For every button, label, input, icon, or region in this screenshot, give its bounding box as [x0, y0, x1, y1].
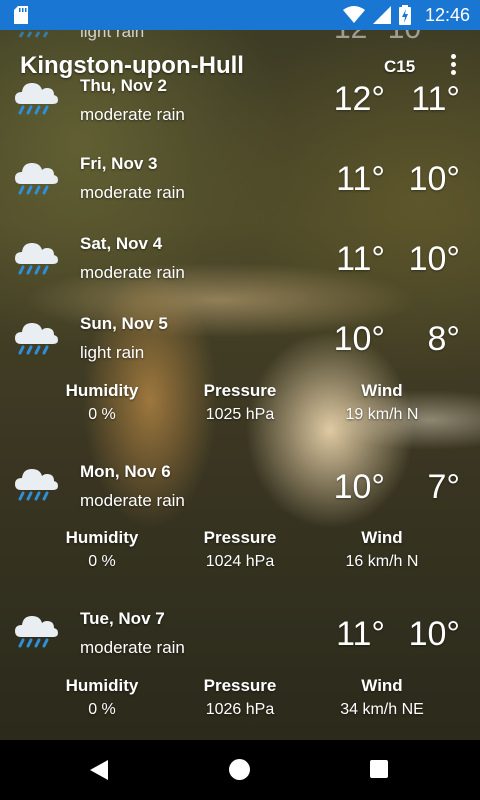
wind-block: Wind 34 km/h NE	[312, 676, 452, 719]
rain-cloud-icon	[15, 163, 58, 195]
humidity-label: Humidity	[65, 381, 139, 400]
humidity-block: Humidity 0 %	[32, 676, 172, 719]
day-date: Fri, Nov 3	[80, 154, 158, 173]
navigation-bar	[0, 740, 480, 800]
day-low-temp: 10°	[408, 160, 460, 198]
toolbar	[0, 30, 480, 100]
pressure-label: Pressure	[203, 381, 277, 400]
pressure-block: Pressure 1024 hPa	[170, 528, 310, 571]
humidity-block: Humidity 0 %	[32, 528, 172, 571]
status-bar: 12:46	[0, 0, 480, 30]
humidity-label: Humidity	[65, 528, 139, 547]
day-date: Mon, Nov 6	[80, 462, 171, 481]
wind-label: Wind	[361, 528, 403, 547]
humidity-label: Humidity	[65, 676, 139, 695]
day-low-temp: 10°	[408, 615, 460, 653]
day-high-temp: 11°	[336, 240, 385, 278]
wind-label: Wind	[361, 381, 403, 400]
rain-cloud-icon	[15, 243, 58, 275]
day-high-temp: 11°	[336, 615, 385, 653]
day-high-temp: 10°	[333, 320, 385, 358]
pressure-label: Pressure	[203, 528, 277, 547]
wind-label: Wind	[361, 676, 403, 695]
recent-apps-icon[interactable]	[370, 760, 388, 778]
status-time: 12:46	[424, 4, 470, 25]
rain-cloud-icon	[15, 469, 58, 501]
day-condition: moderate rain	[80, 105, 185, 124]
day-low-temp: 7°	[427, 468, 460, 506]
day-date: Tue, Nov 7	[80, 609, 165, 628]
rain-cloud-icon	[15, 323, 58, 355]
wind-value: 16 km/h N	[345, 553, 419, 570]
day-condition: moderate rain	[80, 263, 185, 282]
day-condition: light rain	[80, 343, 145, 362]
pressure-value: 1025 hPa	[205, 406, 275, 423]
rain-cloud-icon	[15, 616, 58, 648]
pressure-value: 1024 hPa	[205, 553, 275, 570]
wind-value: 19 km/h N	[345, 406, 419, 423]
battery-charging-icon	[398, 5, 411, 25]
wind-value: 34 km/h NE	[340, 701, 424, 718]
humidity-value: 0 %	[88, 553, 116, 570]
wifi-icon	[342, 6, 365, 23]
day-low-temp: 8°	[427, 320, 460, 358]
day-date: Sat, Nov 4	[80, 234, 163, 253]
day-condition: moderate rain	[80, 638, 185, 657]
pressure-label: Pressure	[203, 676, 277, 695]
humidity-value: 0 %	[88, 406, 116, 423]
pressure-block: Pressure 1025 hPa	[170, 381, 310, 424]
sd-card-icon	[14, 6, 28, 24]
day-high-temp: 10°	[333, 468, 385, 506]
day-high-temp: 11°	[336, 160, 385, 198]
humidity-value: 0 %	[88, 701, 116, 718]
humidity-block: Humidity 0 %	[32, 381, 172, 424]
day-condition: moderate rain	[80, 183, 185, 202]
home-icon[interactable]	[229, 759, 250, 780]
signal-icon	[372, 6, 391, 24]
wind-block: Wind 16 km/h N	[312, 528, 452, 571]
day-date: Sun, Nov 5	[80, 314, 168, 333]
day-condition: moderate rain	[80, 491, 185, 510]
pressure-value: 1026 hPa	[205, 701, 275, 718]
wind-block: Wind 19 km/h N	[312, 381, 452, 424]
day-low-temp: 10°	[408, 240, 460, 278]
back-icon[interactable]	[90, 760, 108, 780]
pressure-block: Pressure 1026 hPa	[170, 676, 310, 719]
